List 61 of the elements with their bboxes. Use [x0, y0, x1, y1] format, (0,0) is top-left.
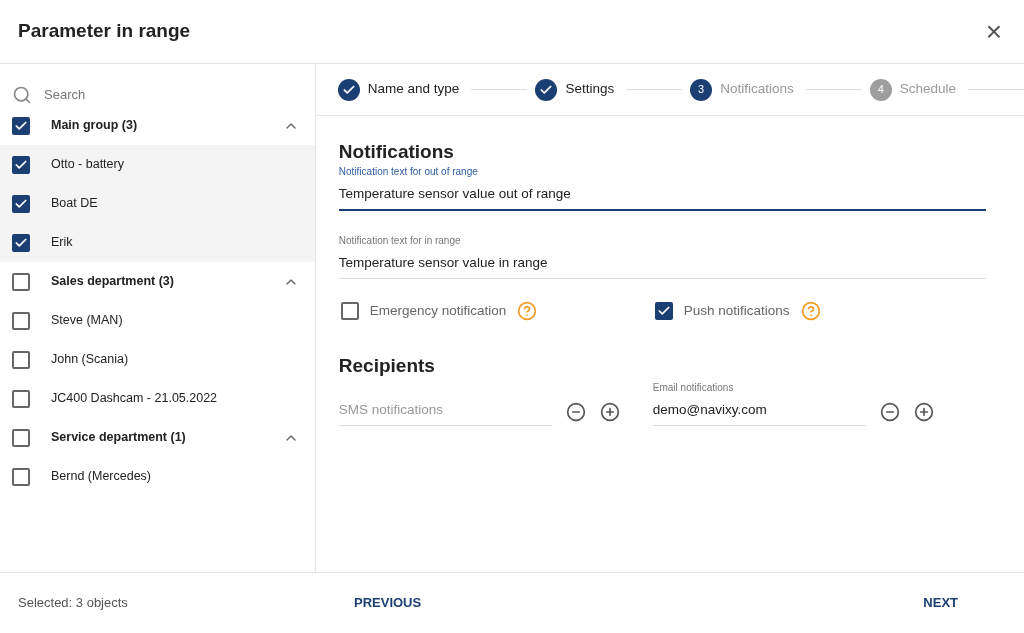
group-label: Main group (3): [51, 117, 139, 135]
section-title: Notifications: [338, 140, 455, 164]
object-row[interactable]: Otto - battery: [0, 145, 315, 184]
object-label: JC400 Dashcam - 21.05.2022: [51, 390, 218, 408]
field-label: Notification text for out of range: [338, 164, 479, 179]
checkbox[interactable]: [12, 116, 30, 135]
object-label: John (Scania): [51, 351, 129, 369]
text-field[interactable]: Notification text for out of range Temperature sensor value out of range: [338, 163, 986, 211]
text-field[interactable]: SMS notifications: [338, 395, 552, 427]
text-field[interactable]: Email notifications demo@navixy.com: [652, 380, 866, 427]
checkbox[interactable]: [12, 233, 30, 252]
group-row[interactable]: Service department (1): [0, 418, 315, 457]
checkbox[interactable]: [12, 428, 30, 447]
text-field[interactable]: Notification text for in range Temperature sensor value in range: [338, 233, 986, 280]
previous-button[interactable]: PREVIOUS: [354, 593, 924, 613]
checkbox[interactable]: [12, 389, 30, 408]
step-label[interactable]: Name and type: [367, 79, 460, 100]
object-label: Steve (MAN): [51, 312, 123, 330]
field-value: Temperature sensor value out of range: [338, 184, 572, 203]
step-number: 4: [869, 78, 892, 101]
plus-icon[interactable]: [913, 402, 934, 423]
minus-icon[interactable]: [879, 402, 900, 423]
group-label: Sales department (3): [51, 273, 175, 291]
field-label: Notification text for in range: [338, 234, 462, 248]
dialog-title: Parameter in range: [18, 19, 191, 44]
object-row[interactable]: Steve (MAN): [0, 301, 315, 340]
object-row[interactable]: Boat DE: [0, 184, 315, 223]
checkbox[interactable]: [12, 311, 30, 330]
checkbox[interactable]: [12, 467, 30, 486]
option-label: Emergency notification: [369, 302, 507, 321]
search-field[interactable]: Search: [44, 85, 294, 105]
checkbox[interactable]: [654, 302, 673, 321]
field-value: Temperature sensor value in range: [338, 254, 549, 272]
next-button[interactable]: NEXT: [923, 593, 958, 613]
object-row[interactable]: JC400 Dashcam - 21.05.2022: [0, 379, 315, 418]
checkbox[interactable]: [12, 155, 30, 174]
field-value: demo@navixy.com: [652, 401, 768, 419]
field-label: Email notifications: [652, 381, 735, 395]
plus-icon[interactable]: [599, 402, 620, 423]
section-title: Recipients: [338, 353, 435, 378]
group-row[interactable]: Sales department (3): [0, 262, 315, 301]
checkbox[interactable]: [12, 272, 30, 291]
minus-icon[interactable]: [565, 402, 586, 423]
close-button[interactable]: ×: [981, 17, 1006, 46]
checkbox[interactable]: [340, 302, 359, 321]
step-number: 3: [690, 78, 713, 101]
selection-count: Selected: 3 objects: [18, 594, 129, 613]
checkbox[interactable]: [12, 350, 30, 369]
option-label: Push notifications: [683, 302, 790, 321]
step-label[interactable]: Settings: [565, 79, 615, 100]
object-row[interactable]: Erik: [0, 223, 315, 262]
checkbox[interactable]: [12, 194, 30, 213]
group-label: Service department (1): [51, 429, 187, 447]
object-label: Otto - battery: [51, 156, 124, 174]
group-row[interactable]: Main group (3): [0, 106, 315, 145]
object-row[interactable]: Bernd (Mercedes): [0, 457, 315, 496]
object-row[interactable]: John (Scania): [0, 340, 315, 379]
object-label: Erik: [51, 234, 73, 252]
object-label: Boat DE: [51, 195, 98, 213]
search-icon: [12, 85, 32, 105]
object-label: Bernd (Mercedes): [51, 468, 152, 486]
